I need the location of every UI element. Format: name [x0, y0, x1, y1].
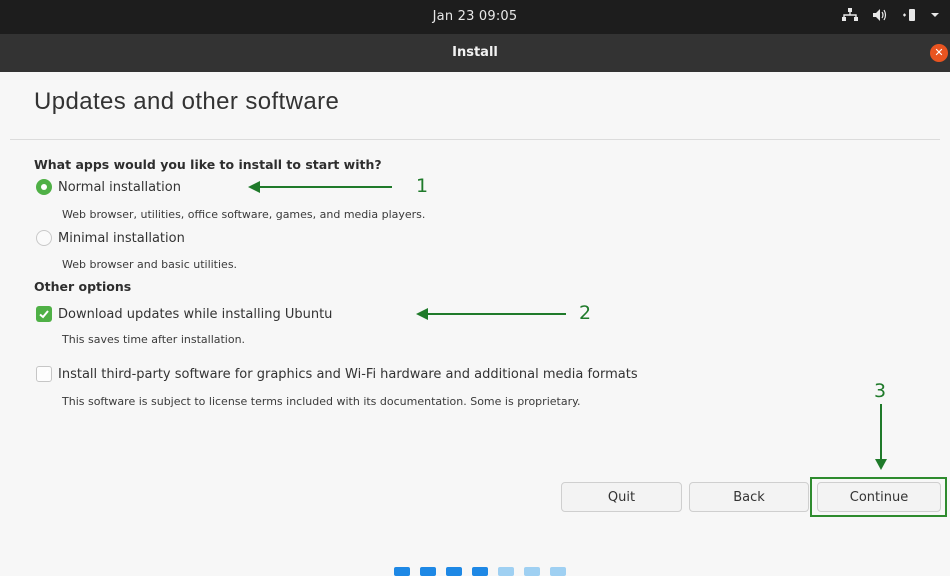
annotation-number-3: 3	[874, 380, 887, 402]
progress-step	[446, 567, 462, 576]
progress-step	[472, 567, 488, 576]
annotation-layer	[248, 181, 887, 470]
annotation-number-1: 1	[416, 175, 429, 197]
annotation-number-2: 2	[579, 302, 592, 324]
arrow-1-icon	[248, 181, 392, 193]
arrow-2-icon	[416, 308, 566, 320]
progress-step	[420, 567, 436, 576]
progress-dots	[394, 567, 566, 576]
progress-step	[498, 567, 514, 576]
progress-step	[394, 567, 410, 576]
progress-step	[550, 567, 566, 576]
progress-step	[524, 567, 540, 576]
arrow-3-icon	[875, 404, 887, 470]
